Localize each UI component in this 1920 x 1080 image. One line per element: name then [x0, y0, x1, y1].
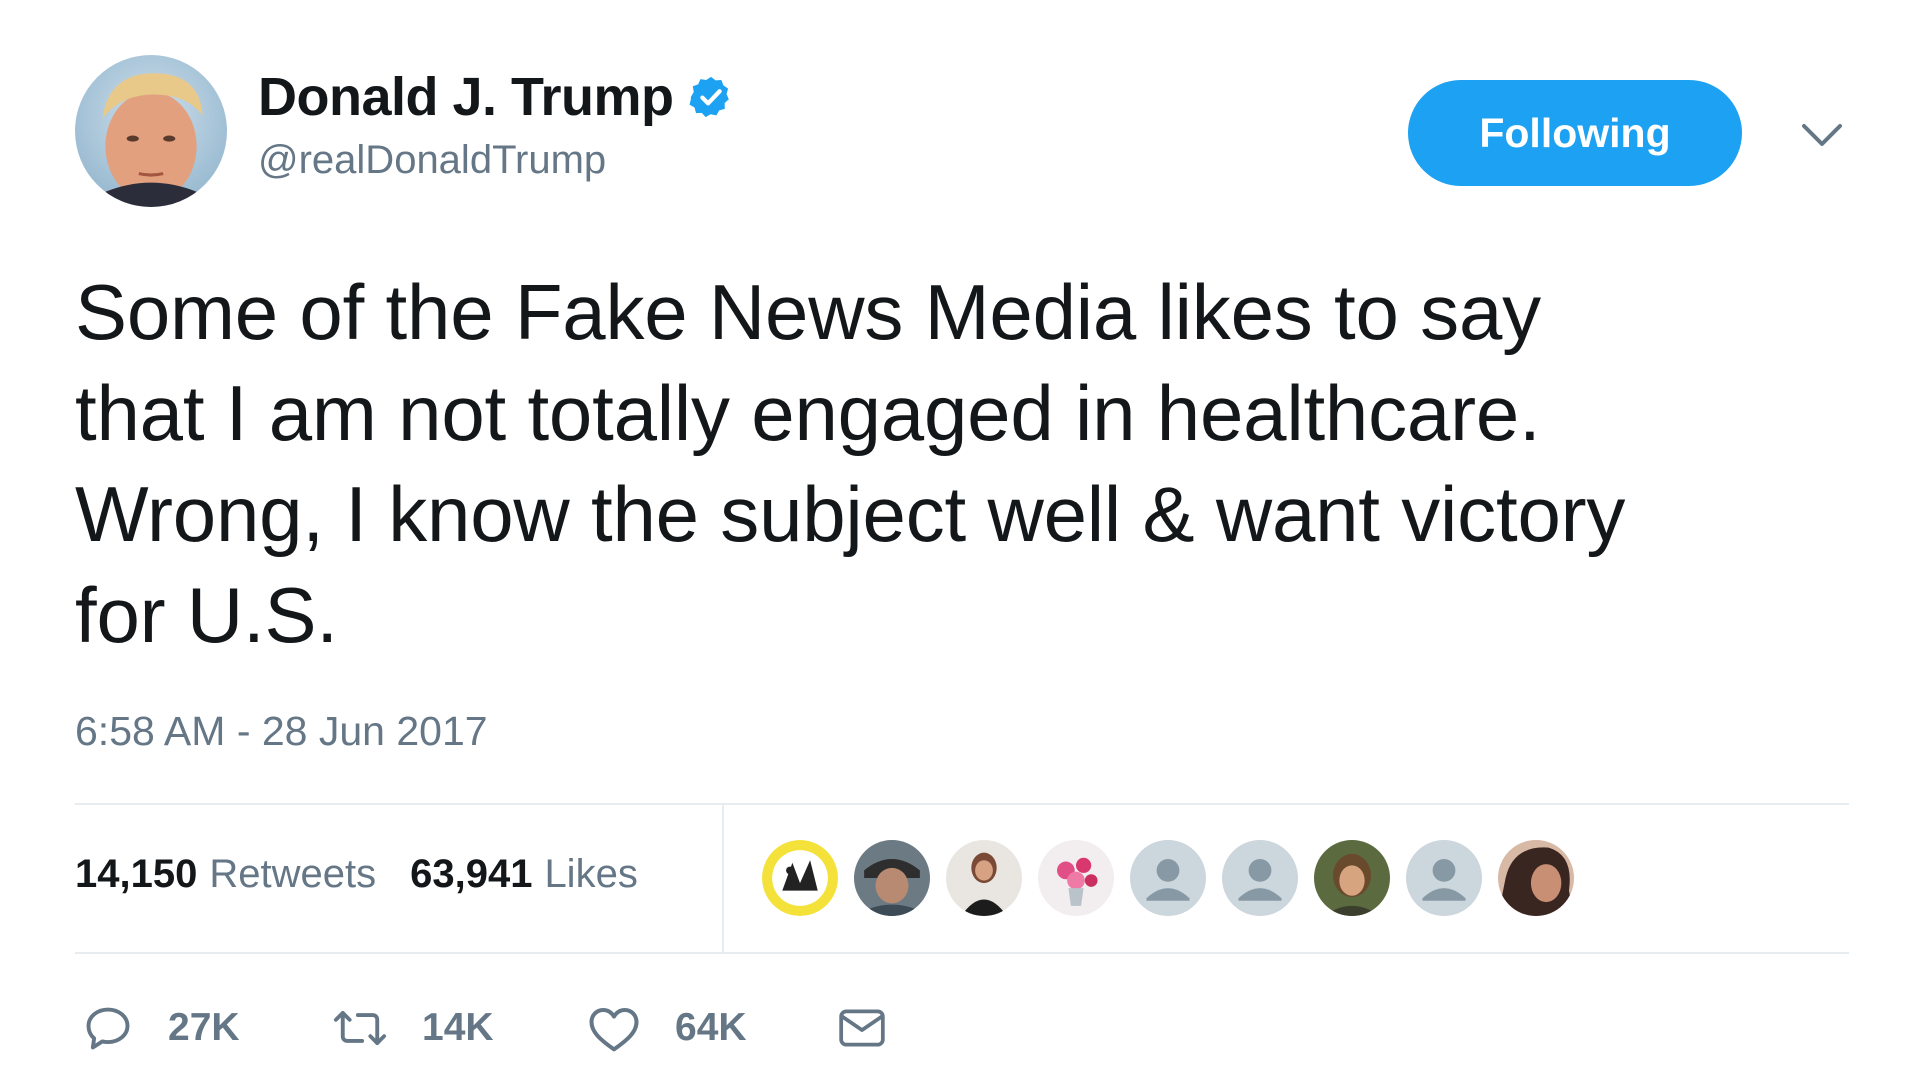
photo-avatar-icon [1314, 840, 1390, 916]
tweet-text-line: that I am not totally engaged in healthc… [75, 369, 1541, 457]
default-avatar-icon [1130, 840, 1206, 916]
direct-message-button[interactable] [837, 1006, 887, 1050]
stats-divider-vertical [722, 805, 724, 952]
tweet-text-line: Wrong, I know the subject well & want vi… [75, 470, 1626, 558]
like-count: 64K [675, 1006, 747, 1049]
retweets-stat[interactable]: 14,150 Retweets [75, 852, 376, 897]
liker-avatar[interactable] [762, 840, 838, 916]
retweet-icon [333, 1010, 387, 1046]
liker-avatar[interactable] [1406, 840, 1482, 916]
reply-count: 27K [168, 1006, 240, 1049]
tweet-text-line: Some of the Fake News Media likes to say [75, 268, 1541, 356]
likes-label: Likes [544, 852, 638, 896]
liker-avatar[interactable] [946, 840, 1022, 916]
stats-divider-bottom [75, 952, 1849, 954]
verified-badge-icon [689, 76, 729, 118]
photo-avatar-icon [854, 840, 930, 916]
tweet-text: Some of the Fake News Media likes to say… [75, 262, 1875, 666]
likes-stat[interactable]: 63,941 Likes [410, 852, 638, 897]
reply-button[interactable]: 27K [82, 1002, 332, 1054]
cartoon-avatar-icon [762, 840, 838, 916]
tweet-timestamp[interactable]: 6:58 AM - 28 Jun 2017 [75, 708, 488, 755]
tweet-text-line: for U.S. [75, 571, 338, 659]
likes-count: 63,941 [410, 852, 533, 896]
chevron-down-icon[interactable] [1800, 120, 1844, 150]
retweet-button[interactable]: 14K [332, 1002, 587, 1054]
liker-avatar[interactable] [1130, 840, 1206, 916]
likers-avatars [762, 840, 1590, 918]
profile-photo-icon [75, 55, 227, 207]
liker-avatar[interactable] [1222, 840, 1298, 916]
retweet-count: 14K [422, 1006, 494, 1049]
default-avatar-icon [1222, 840, 1298, 916]
photo-avatar-icon [1498, 840, 1574, 916]
retweets-count: 14,150 [75, 852, 198, 896]
heart-icon [589, 1007, 639, 1052]
photo-avatar-icon [946, 840, 1022, 916]
tweet-stats: 14,150 Retweets 63,941 Likes [75, 852, 638, 897]
envelope-icon [839, 1009, 885, 1047]
liker-avatar[interactable] [1498, 840, 1574, 916]
retweets-label: Retweets [209, 852, 377, 896]
tweet-action-bar: 27K 14K 64K [82, 1000, 887, 1056]
default-avatar-icon [1406, 840, 1482, 916]
author-avatar[interactable] [75, 55, 227, 207]
liker-avatar[interactable] [1314, 840, 1390, 916]
following-button[interactable]: Following [1408, 80, 1742, 186]
liker-avatar[interactable] [1038, 840, 1114, 916]
like-button[interactable]: 64K [587, 1003, 837, 1053]
liker-avatar[interactable] [854, 840, 930, 916]
author-handle[interactable]: @realDonaldTrump [258, 138, 606, 183]
tweet-card: Donald J. Trump @realDonaldTrump Followi… [0, 0, 1920, 1080]
stats-divider-top [75, 803, 1849, 805]
author-name-row[interactable]: Donald J. Trump [258, 62, 734, 132]
author-display-name[interactable]: Donald J. Trump [258, 66, 674, 128]
flowers-avatar-icon [1038, 840, 1114, 916]
reply-icon [86, 1007, 130, 1050]
